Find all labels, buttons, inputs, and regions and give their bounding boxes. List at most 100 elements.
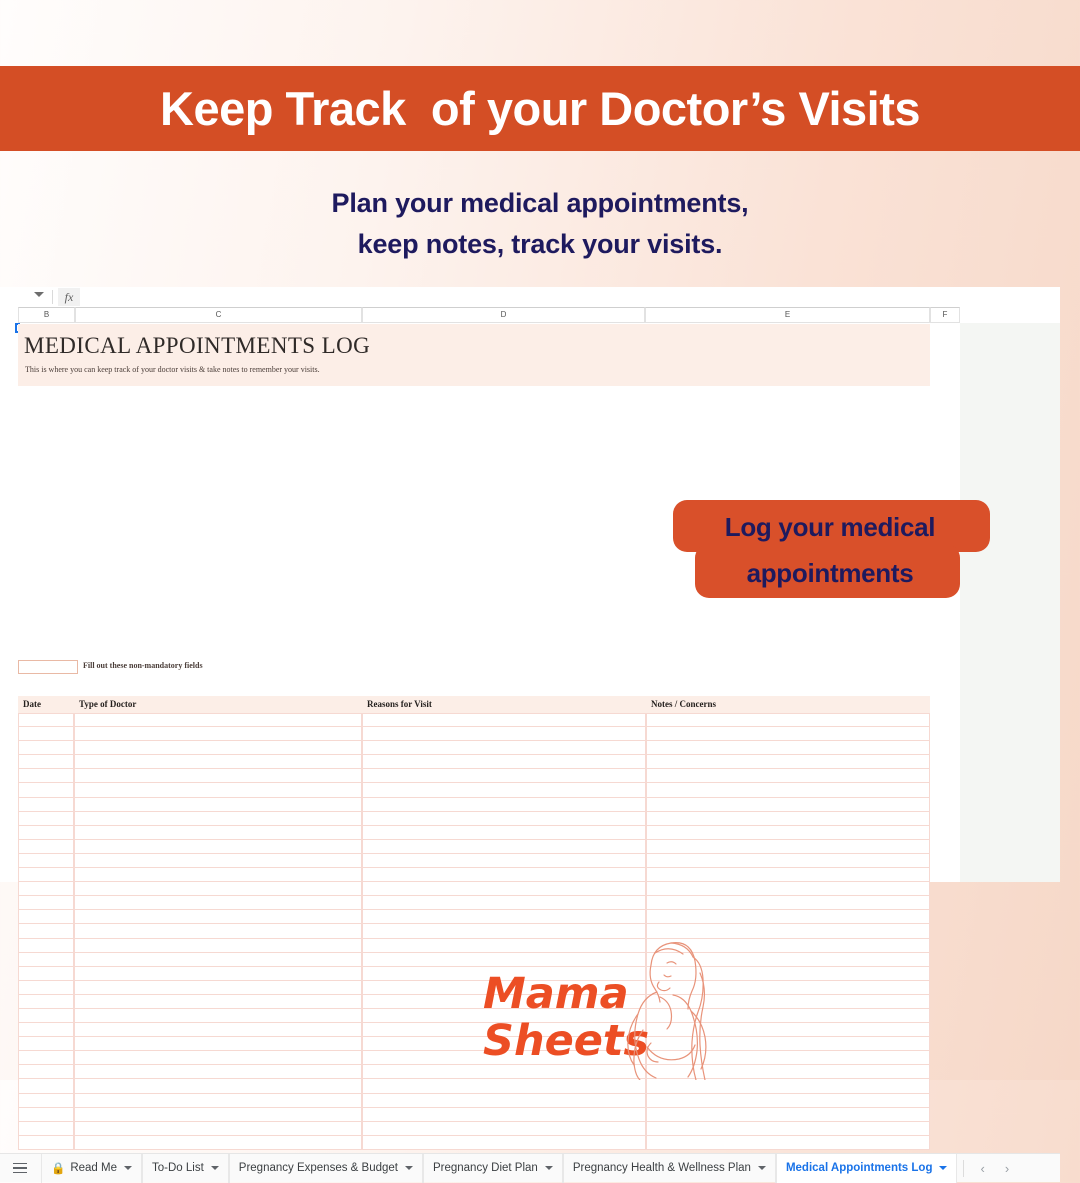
table-cell[interactable] bbox=[74, 825, 362, 840]
table-cell[interactable] bbox=[362, 1107, 646, 1122]
chevron-down-icon[interactable] bbox=[34, 292, 44, 297]
table-cell[interactable] bbox=[646, 1079, 930, 1094]
table-row[interactable] bbox=[18, 1135, 930, 1150]
table-cell[interactable] bbox=[74, 853, 362, 869]
tab-prev-button[interactable]: ‹ bbox=[970, 1161, 994, 1176]
chevron-down-icon[interactable] bbox=[757, 1166, 766, 1170]
table-cell[interactable] bbox=[646, 783, 930, 798]
table-row[interactable] bbox=[18, 797, 930, 812]
table-row[interactable] bbox=[18, 896, 930, 911]
table-cell[interactable] bbox=[18, 769, 74, 784]
table-cell[interactable] bbox=[362, 1079, 646, 1094]
table-row[interactable] bbox=[18, 1121, 930, 1136]
table-cell[interactable] bbox=[646, 741, 930, 756]
table-cell[interactable] bbox=[362, 853, 646, 869]
function-icon[interactable]: fx bbox=[58, 288, 80, 306]
table-cell[interactable] bbox=[18, 1051, 74, 1066]
chevron-down-icon[interactable] bbox=[544, 1166, 553, 1170]
table-cell[interactable] bbox=[18, 1135, 74, 1150]
table-cell[interactable] bbox=[18, 825, 74, 840]
table-row[interactable] bbox=[18, 741, 930, 756]
table-cell[interactable] bbox=[646, 755, 930, 770]
sheet-tab-pregnancy-health-wellness-plan[interactable]: Pregnancy Health & Wellness Plan bbox=[562, 1153, 776, 1183]
table-cell[interactable] bbox=[18, 713, 74, 728]
table-cell[interactable] bbox=[74, 783, 362, 798]
table-cell[interactable] bbox=[18, 741, 74, 756]
table-row[interactable] bbox=[18, 882, 930, 897]
table-cell[interactable] bbox=[74, 868, 362, 883]
table-cell[interactable] bbox=[362, 868, 646, 883]
column-header-b[interactable]: B bbox=[18, 307, 75, 323]
table-cell[interactable] bbox=[74, 1037, 362, 1052]
table-cell[interactable] bbox=[74, 741, 362, 756]
hamburger-icon[interactable] bbox=[13, 1162, 27, 1174]
table-cell[interactable] bbox=[18, 797, 74, 812]
sheet-tab-pregnancy-expenses-budget[interactable]: Pregnancy Expenses & Budget bbox=[228, 1153, 423, 1183]
table-cell[interactable] bbox=[646, 797, 930, 812]
column-header-e[interactable]: E bbox=[645, 307, 930, 323]
sheet-tab-medical-appointments-log[interactable]: Medical Appointments Log bbox=[775, 1153, 958, 1183]
table-cell[interactable] bbox=[362, 882, 646, 897]
table-cell[interactable] bbox=[362, 1135, 646, 1150]
table-row[interactable] bbox=[18, 811, 930, 826]
table-cell[interactable] bbox=[74, 1023, 362, 1038]
table-cell[interactable] bbox=[18, 882, 74, 897]
table-cell[interactable] bbox=[18, 1008, 74, 1024]
table-cell[interactable] bbox=[362, 839, 646, 854]
table-cell[interactable] bbox=[18, 1065, 74, 1080]
table-row[interactable] bbox=[18, 1107, 930, 1122]
table-row[interactable] bbox=[18, 910, 930, 925]
table-cell[interactable] bbox=[18, 1107, 74, 1122]
table-cell[interactable] bbox=[18, 1023, 74, 1038]
table-cell[interactable] bbox=[18, 966, 74, 981]
table-cell[interactable] bbox=[18, 938, 74, 953]
table-cell[interactable] bbox=[74, 966, 362, 981]
table-cell[interactable] bbox=[646, 868, 930, 883]
table-cell[interactable] bbox=[74, 1121, 362, 1136]
table-cell[interactable] bbox=[362, 727, 646, 742]
table-cell[interactable] bbox=[18, 1093, 74, 1108]
table-cell[interactable] bbox=[646, 727, 930, 742]
table-row[interactable] bbox=[18, 853, 930, 869]
table-cell[interactable] bbox=[74, 713, 362, 728]
column-header-f[interactable]: F bbox=[930, 307, 960, 323]
table-cell[interactable] bbox=[646, 839, 930, 854]
table-cell[interactable] bbox=[74, 755, 362, 770]
table-cell[interactable] bbox=[646, 1121, 930, 1136]
table-cell[interactable] bbox=[646, 896, 930, 911]
table-row[interactable] bbox=[18, 839, 930, 854]
table-cell[interactable] bbox=[74, 1051, 362, 1066]
table-cell[interactable] bbox=[362, 1121, 646, 1136]
table-cell[interactable] bbox=[18, 896, 74, 911]
table-cell[interactable] bbox=[74, 896, 362, 911]
table-cell[interactable] bbox=[362, 769, 646, 784]
table-cell[interactable] bbox=[74, 980, 362, 995]
table-cell[interactable] bbox=[74, 1065, 362, 1080]
table-row[interactable] bbox=[18, 1079, 930, 1094]
table-cell[interactable] bbox=[362, 896, 646, 911]
table-cell[interactable] bbox=[362, 741, 646, 756]
table-cell[interactable] bbox=[362, 910, 646, 925]
table-cell[interactable] bbox=[74, 994, 362, 1009]
table-cell[interactable] bbox=[74, 952, 362, 967]
table-cell[interactable] bbox=[362, 825, 646, 840]
table-row[interactable] bbox=[18, 727, 930, 742]
tab-next-button[interactable]: › bbox=[995, 1161, 1019, 1176]
non-mandatory-input[interactable] bbox=[18, 660, 78, 674]
table-cell[interactable] bbox=[74, 924, 362, 939]
table-cell[interactable] bbox=[74, 1079, 362, 1094]
chevron-down-icon[interactable] bbox=[124, 1166, 132, 1170]
table-cell[interactable] bbox=[646, 713, 930, 728]
table-cell[interactable] bbox=[362, 783, 646, 798]
table-row[interactable] bbox=[18, 769, 930, 784]
table-cell[interactable] bbox=[18, 727, 74, 742]
table-cell[interactable] bbox=[362, 797, 646, 812]
table-cell[interactable] bbox=[18, 868, 74, 883]
table-cell[interactable] bbox=[646, 1093, 930, 1108]
chevron-down-icon[interactable] bbox=[210, 1166, 219, 1170]
table-cell[interactable] bbox=[18, 755, 74, 770]
table-cell[interactable] bbox=[74, 910, 362, 925]
table-cell[interactable] bbox=[74, 1008, 362, 1024]
table-cell[interactable] bbox=[646, 1135, 930, 1150]
table-cell[interactable] bbox=[18, 1079, 74, 1094]
